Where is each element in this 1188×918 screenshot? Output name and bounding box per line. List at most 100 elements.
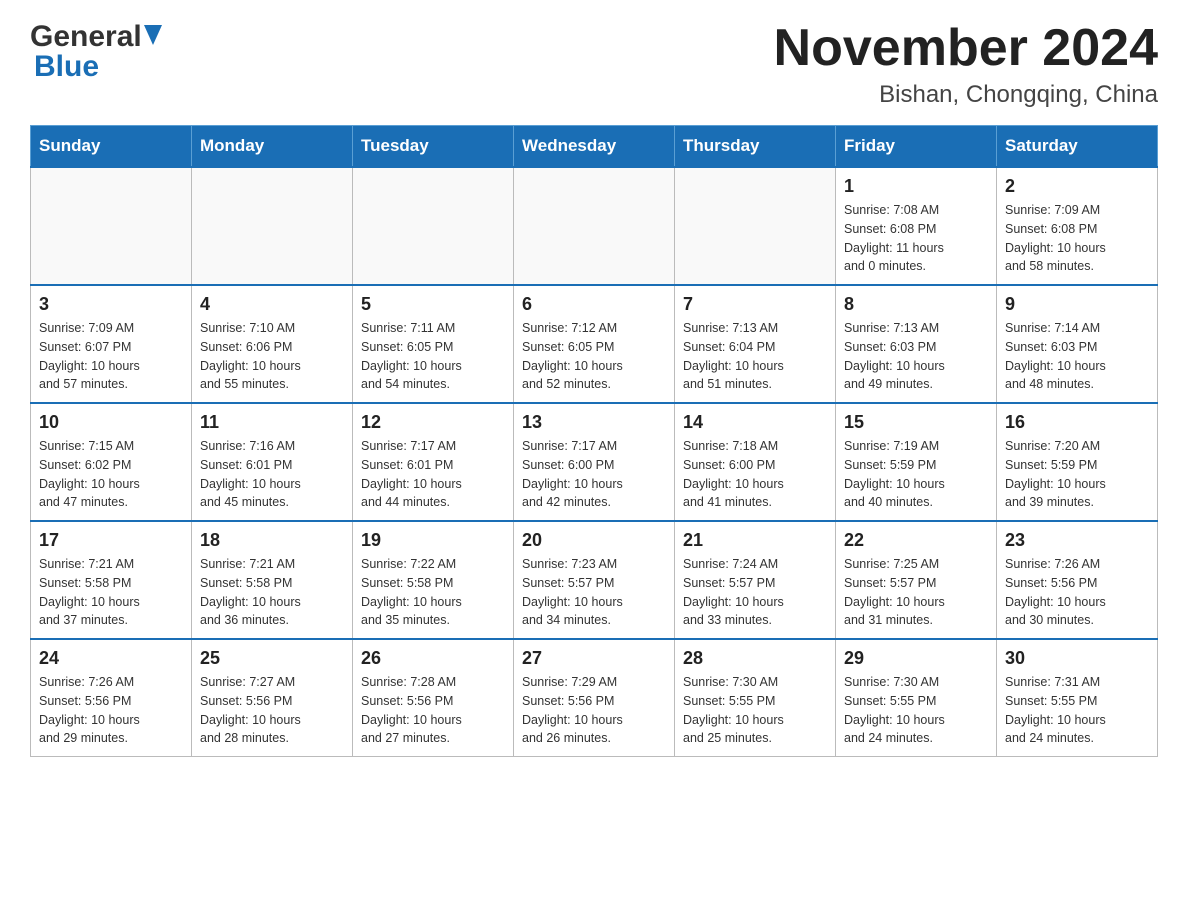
day-number: 18 [200, 530, 344, 551]
table-row: 1 Sunrise: 7:08 AMSunset: 6:08 PMDaylight… [836, 167, 997, 285]
table-row: 2 Sunrise: 7:09 AMSunset: 6:08 PMDaylight… [997, 167, 1158, 285]
day-number: 5 [361, 294, 505, 315]
logo: General Blue [30, 20, 162, 84]
table-row: 24Sunrise: 7:26 AMSunset: 5:56 PMDayligh… [31, 639, 192, 757]
day-number: 28 [683, 648, 827, 669]
week-row: 1 Sunrise: 7:08 AMSunset: 6:08 PMDaylight… [31, 167, 1158, 285]
day-number: 11 [200, 412, 344, 433]
table-row: 13 Sunrise: 7:17 AMSunset: 6:00 PMDayligh… [514, 403, 675, 521]
day-number: 3 [39, 294, 183, 315]
col-monday: Monday [192, 126, 353, 168]
day-info: Sunrise: 7:08 AMSunset: 6:08 PMDaylight:… [844, 201, 988, 276]
day-info: Sunrise: 7:10 AMSunset: 6:06 PMDaylight:… [200, 319, 344, 394]
day-info: Sunrise: 7:25 AMSunset: 5:57 PMDaylight:… [844, 555, 988, 630]
table-row: 9 Sunrise: 7:14 AMSunset: 6:03 PMDaylight… [997, 285, 1158, 403]
day-info: Sunrise: 7:31 AMSunset: 5:55 PMDaylight:… [1005, 673, 1149, 748]
day-number: 22 [844, 530, 988, 551]
table-row: 3 Sunrise: 7:09 AMSunset: 6:07 PMDaylight… [31, 285, 192, 403]
day-number: 6 [522, 294, 666, 315]
day-number: 7 [683, 294, 827, 315]
table-row: 12Sunrise: 7:17 AMSunset: 6:01 PMDayligh… [353, 403, 514, 521]
day-number: 26 [361, 648, 505, 669]
day-info: Sunrise: 7:30 AMSunset: 5:55 PMDaylight:… [683, 673, 827, 748]
table-row: 22 Sunrise: 7:25 AMSunset: 5:57 PMDayligh… [836, 521, 997, 639]
col-wednesday: Wednesday [514, 126, 675, 168]
day-info: Sunrise: 7:23 AMSunset: 5:57 PMDaylight:… [522, 555, 666, 630]
day-info: Sunrise: 7:20 AMSunset: 5:59 PMDaylight:… [1005, 437, 1149, 512]
table-row: 15 Sunrise: 7:19 AMSunset: 5:59 PMDayligh… [836, 403, 997, 521]
col-saturday: Saturday [997, 126, 1158, 168]
day-number: 13 [522, 412, 666, 433]
day-info: Sunrise: 7:19 AMSunset: 5:59 PMDaylight:… [844, 437, 988, 512]
day-number: 16 [1005, 412, 1149, 433]
table-row [514, 167, 675, 285]
day-info: Sunrise: 7:14 AMSunset: 6:03 PMDaylight:… [1005, 319, 1149, 394]
week-row: 3 Sunrise: 7:09 AMSunset: 6:07 PMDaylight… [31, 285, 1158, 403]
logo-blue-text: Blue [34, 50, 99, 83]
day-number: 1 [844, 176, 988, 197]
calendar-title: November 2024 [774, 20, 1158, 77]
calendar-subtitle: Bishan, Chongqing, China [774, 81, 1158, 109]
day-info: Sunrise: 7:21 AMSunset: 5:58 PMDaylight:… [39, 555, 183, 630]
table-row: 11 Sunrise: 7:16 AMSunset: 6:01 PMDayligh… [192, 403, 353, 521]
day-info: Sunrise: 7:28 AMSunset: 5:56 PMDaylight:… [361, 673, 505, 748]
day-info: Sunrise: 7:12 AMSunset: 6:05 PMDaylight:… [522, 319, 666, 394]
table-row: 30 Sunrise: 7:31 AMSunset: 5:55 PMDayligh… [997, 639, 1158, 757]
week-row: 10Sunrise: 7:15 AMSunset: 6:02 PMDayligh… [31, 403, 1158, 521]
day-info: Sunrise: 7:27 AMSunset: 5:56 PMDaylight:… [200, 673, 344, 748]
page-header: General Blue November 2024 Bishan, Chong… [30, 20, 1158, 109]
day-number: 25 [200, 648, 344, 669]
day-info: Sunrise: 7:21 AMSunset: 5:58 PMDaylight:… [200, 555, 344, 630]
logo-general-text: General [30, 20, 142, 54]
table-row [675, 167, 836, 285]
table-row: 6 Sunrise: 7:12 AMSunset: 6:05 PMDaylight… [514, 285, 675, 403]
day-number: 29 [844, 648, 988, 669]
table-row: 18 Sunrise: 7:21 AMSunset: 5:58 PMDayligh… [192, 521, 353, 639]
table-row: 17 Sunrise: 7:21 AMSunset: 5:58 PMDayligh… [31, 521, 192, 639]
day-info: Sunrise: 7:29 AMSunset: 5:56 PMDaylight:… [522, 673, 666, 748]
logo-arrow-icon [144, 25, 162, 47]
title-section: November 2024 Bishan, Chongqing, China [774, 20, 1158, 109]
table-row: 4 Sunrise: 7:10 AMSunset: 6:06 PMDaylight… [192, 285, 353, 403]
table-row [192, 167, 353, 285]
day-number: 4 [200, 294, 344, 315]
day-number: 15 [844, 412, 988, 433]
day-info: Sunrise: 7:15 AMSunset: 6:02 PMDaylight:… [39, 437, 183, 512]
day-number: 14 [683, 412, 827, 433]
day-number: 9 [1005, 294, 1149, 315]
table-row: 8Sunrise: 7:13 AMSunset: 6:03 PMDaylight… [836, 285, 997, 403]
table-row: 7 Sunrise: 7:13 AMSunset: 6:04 PMDaylight… [675, 285, 836, 403]
day-info: Sunrise: 7:24 AMSunset: 5:57 PMDaylight:… [683, 555, 827, 630]
table-row [31, 167, 192, 285]
col-sunday: Sunday [31, 126, 192, 168]
day-info: Sunrise: 7:18 AMSunset: 6:00 PMDaylight:… [683, 437, 827, 512]
day-number: 27 [522, 648, 666, 669]
table-row: 10Sunrise: 7:15 AMSunset: 6:02 PMDayligh… [31, 403, 192, 521]
day-number: 12 [361, 412, 505, 433]
col-friday: Friday [836, 126, 997, 168]
day-info: Sunrise: 7:17 AMSunset: 6:00 PMDaylight:… [522, 437, 666, 512]
table-row: 28 Sunrise: 7:30 AMSunset: 5:55 PMDayligh… [675, 639, 836, 757]
table-row: 14 Sunrise: 7:18 AMSunset: 6:00 PMDayligh… [675, 403, 836, 521]
table-row: 29 Sunrise: 7:30 AMSunset: 5:55 PMDayligh… [836, 639, 997, 757]
table-row: 23 Sunrise: 7:26 AMSunset: 5:56 PMDayligh… [997, 521, 1158, 639]
table-row: 16 Sunrise: 7:20 AMSunset: 5:59 PMDayligh… [997, 403, 1158, 521]
week-row: 17 Sunrise: 7:21 AMSunset: 5:58 PMDayligh… [31, 521, 1158, 639]
calendar-table: Sunday Monday Tuesday Wednesday Thursday… [30, 125, 1158, 757]
day-number: 17 [39, 530, 183, 551]
day-info: Sunrise: 7:11 AMSunset: 6:05 PMDaylight:… [361, 319, 505, 394]
day-info: Sunrise: 7:09 AMSunset: 6:07 PMDaylight:… [39, 319, 183, 394]
day-number: 23 [1005, 530, 1149, 551]
day-info: Sunrise: 7:16 AMSunset: 6:01 PMDaylight:… [200, 437, 344, 512]
day-number: 20 [522, 530, 666, 551]
day-number: 30 [1005, 648, 1149, 669]
week-row: 24Sunrise: 7:26 AMSunset: 5:56 PMDayligh… [31, 639, 1158, 757]
day-number: 2 [1005, 176, 1149, 197]
day-info: Sunrise: 7:26 AMSunset: 5:56 PMDaylight:… [1005, 555, 1149, 630]
day-info: Sunrise: 7:30 AMSunset: 5:55 PMDaylight:… [844, 673, 988, 748]
table-row: 19Sunrise: 7:22 AMSunset: 5:58 PMDayligh… [353, 521, 514, 639]
table-row: 27 Sunrise: 7:29 AMSunset: 5:56 PMDayligh… [514, 639, 675, 757]
day-info: Sunrise: 7:09 AMSunset: 6:08 PMDaylight:… [1005, 201, 1149, 276]
day-number: 24 [39, 648, 183, 669]
day-info: Sunrise: 7:13 AMSunset: 6:04 PMDaylight:… [683, 319, 827, 394]
